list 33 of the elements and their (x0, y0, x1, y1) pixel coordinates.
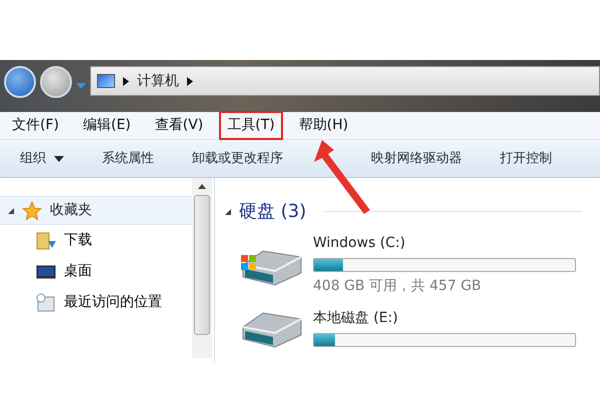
sidebar-item[interactable]: 最近访问的位置 (0, 287, 162, 318)
address-bar[interactable]: 计算机 (90, 66, 600, 96)
sidebar-item[interactable]: 下载 (0, 225, 92, 256)
toolbar-button[interactable]: 卸载或更改程序 (192, 148, 283, 168)
chevron-icon (187, 76, 193, 86)
drive-name[interactable]: 本地磁盘 (E:) (313, 308, 576, 328)
menu-item[interactable]: 编辑(E) (74, 111, 139, 140)
expand-arrow-icon[interactable] (225, 208, 231, 214)
scroll-up-icon[interactable] (198, 184, 206, 189)
forward-button[interactable] (40, 66, 72, 98)
menu-item[interactable]: 帮助(H) (290, 111, 356, 140)
chevron-icon (123, 76, 129, 86)
favorites-label[interactable]: 收藏夹 (50, 200, 92, 221)
breadcrumb-item[interactable]: 计算机 (137, 70, 179, 92)
menu-item[interactable]: 工具(T) (219, 111, 283, 140)
sidebar-item[interactable]: 桌面 (0, 256, 92, 287)
recent-places-icon (36, 292, 56, 312)
drive-space-text: 408 GB 可用，共 457 GB (313, 277, 482, 296)
star-icon (22, 200, 42, 220)
scrollbar-thumb[interactable] (194, 195, 210, 335)
drive-name[interactable]: Windows (C:) (313, 233, 576, 254)
back-button[interactable] (4, 66, 36, 98)
computer-icon (97, 74, 115, 88)
group-title[interactable]: 硬盘 (3) (239, 198, 306, 225)
menu-item[interactable]: 文件(F) (4, 111, 67, 140)
expand-arrow-icon[interactable] (8, 208, 14, 214)
menu-item[interactable]: 查看(V) (146, 111, 212, 140)
scrollbar[interactable] (192, 178, 212, 358)
toolbar-button[interactable]: 映射网络驱动器 (371, 148, 462, 168)
toolbar-button[interactable]: 组织 (20, 148, 64, 168)
toolbar-button[interactable]: 打开控制 (500, 148, 552, 168)
toolbar-button[interactable]: 系统属性 (102, 148, 154, 168)
folder-download-icon (36, 230, 56, 250)
